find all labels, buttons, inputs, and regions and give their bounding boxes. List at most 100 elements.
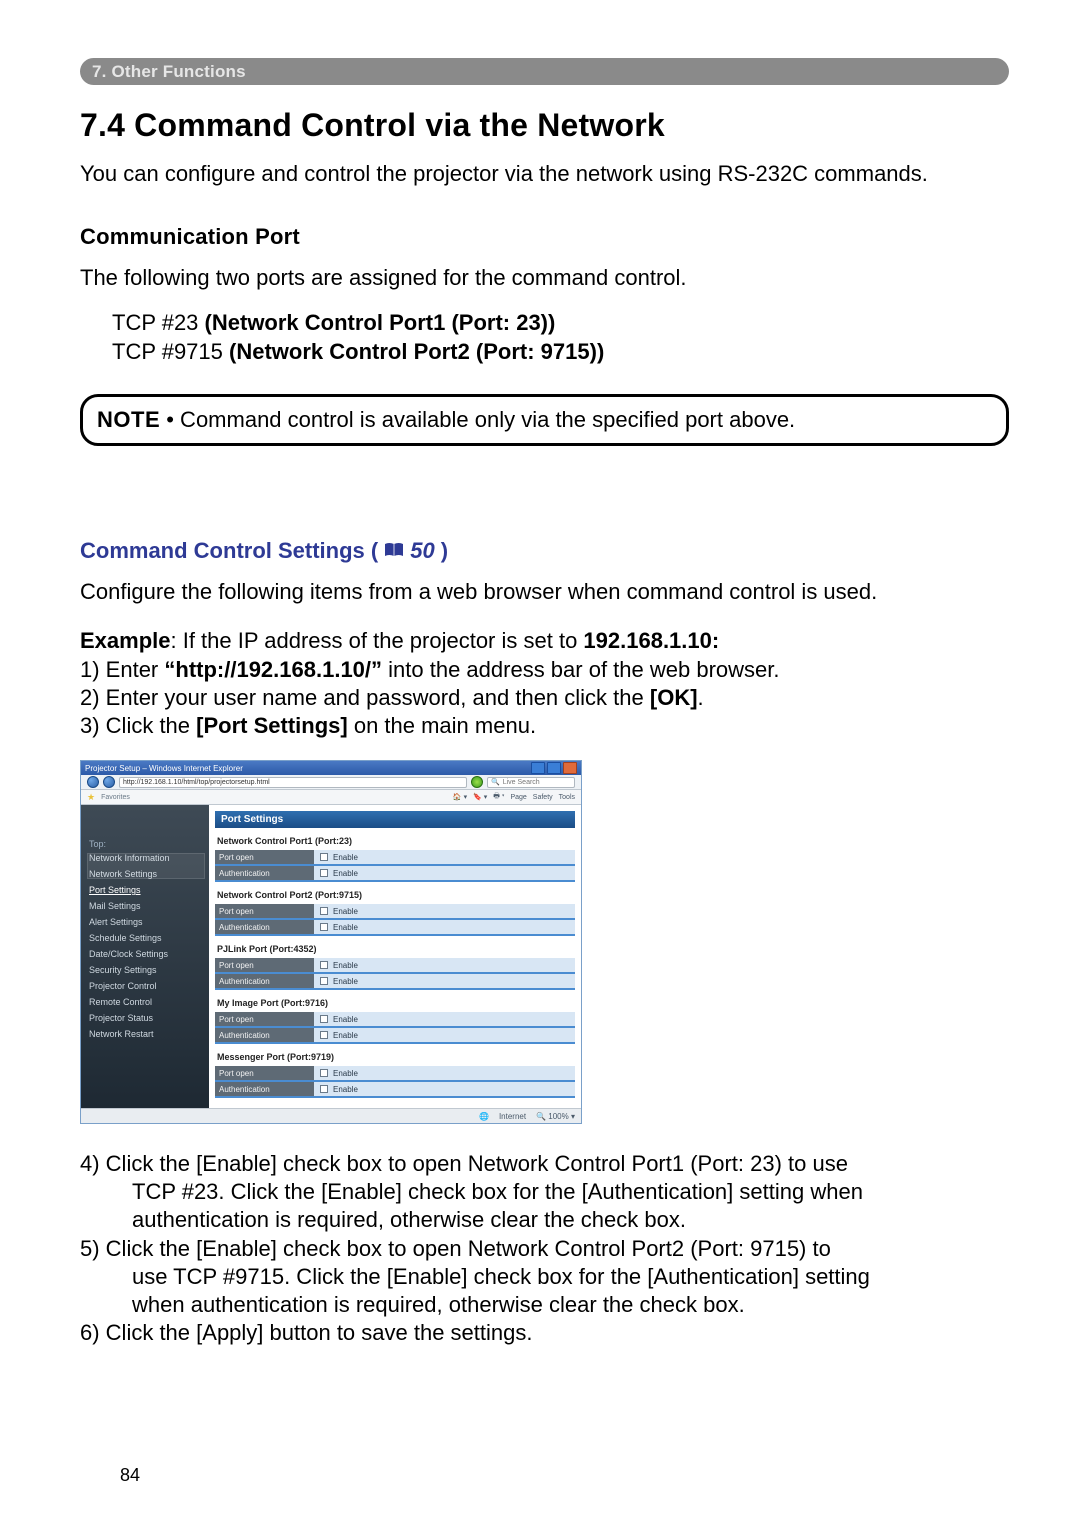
row-authentication: Authentication Enable [215,974,575,990]
checkbox[interactable] [320,961,328,969]
favorites-toolbar: ★ Favorites 🏠 ▾ 🔖 ▾ 🖶 ▾ Page Safety Tool… [81,790,581,805]
checkbox[interactable] [320,1069,328,1077]
checkbox[interactable] [320,853,328,861]
panel-header: Port Settings [215,811,575,828]
row-value: Enable [314,1066,575,1080]
sidebar: Top: Network Information Network Setting… [81,805,209,1108]
step5-mid1: check box to open [277,1236,468,1261]
forward-button[interactable] [103,776,115,788]
row-port-open: Port open Enable [215,958,575,974]
go-button[interactable] [471,776,483,788]
section-tab: 7. Other Functions [80,58,1009,85]
note-box: NOTE • Command control is available only… [80,394,1009,446]
tool-feed-icon[interactable]: 🔖 ▾ [473,793,487,801]
port1-bold: (Network Control Port1 (Port: 23)) [205,310,556,335]
tool-tools[interactable]: Tools [559,794,575,801]
row-value-text: Enable [333,907,358,916]
browser-screenshot: Projector Setup – Windows Internet Explo… [80,760,582,1124]
status-bar: 🌐 Internet 🔍 100% ▾ [81,1108,581,1123]
checkbox[interactable] [320,1085,328,1093]
row-value-text: Enable [333,1085,358,1094]
row-authentication: Authentication Enable [215,1082,575,1098]
row-port-open: Port open Enable [215,850,575,866]
back-button[interactable] [87,776,99,788]
favorites-star-icon[interactable]: ★ [87,792,95,803]
content-area: Top: Network Information Network Setting… [81,805,581,1108]
checkbox[interactable] [320,977,328,985]
group-title: Messenger Port (Port:9719) [217,1052,575,1062]
step-2: 2) Enter your user name and password, an… [80,684,1015,712]
step5c1-mid: check box for the [468,1264,648,1289]
step6-post: button to save the settings. [263,1320,532,1345]
step-6: 6) Click the [Apply] button to save the … [80,1319,1015,1347]
row-label: Authentication [215,1082,314,1096]
row-value-text: Enable [333,977,358,986]
close-button[interactable] [563,762,577,774]
sidebar-item-network-restart[interactable]: Network Restart [81,1026,209,1042]
status-zone: Internet [499,1112,526,1121]
port-line-2: TCP #9715 (Network Control Port2 (Port: … [112,338,1015,366]
step-1: 1) Enter “http://192.168.1.10/” into the… [80,656,1015,684]
step1-pre: 1) Enter [80,657,164,682]
window-title: Projector Setup – Windows Internet Explo… [85,764,243,773]
address-toolbar: http://192.168.1.10/html/top/projectorse… [81,775,581,790]
sidebar-item-alert-settings[interactable]: Alert Settings [81,914,209,930]
row-value-text: Enable [333,1031,358,1040]
step3-pre: 3) Click the [80,713,196,738]
row-authentication: Authentication Enable [215,920,575,936]
row-authentication: Authentication Enable [215,866,575,882]
step4c1-b: [Enable] [321,1179,402,1204]
search-box[interactable]: 🔍 Live Search [487,777,575,788]
tool-page[interactable]: Page [510,794,526,801]
step4c1-mid: check box for the [402,1179,582,1204]
step5c1-pre: use TCP #9715. Click the [132,1264,387,1289]
step-4-cont1: TCP #23. Click the [Enable] check box fo… [80,1178,1015,1206]
checkbox[interactable] [320,1015,328,1023]
row-value: Enable [314,850,575,864]
row-value: Enable [314,904,575,918]
row-value: Enable [314,920,575,934]
checkbox[interactable] [320,1031,328,1039]
step3-bold: [Port Settings] [196,713,348,738]
row-value: Enable [314,866,575,880]
step4-pre: 4) Click the [80,1151,196,1176]
sidebar-item-date-clock-settings[interactable]: Date/Clock Settings [81,946,209,962]
tool-print-icon[interactable]: 🖶 ▾ [493,792,504,803]
port2-pre: TCP #9715 [112,339,229,364]
row-authentication: Authentication Enable [215,1028,575,1044]
group-title: Network Control Port2 (Port:9715) [217,890,575,900]
step2-post: . [698,685,704,710]
step2-pre: 2) Enter your user name and password, an… [80,685,650,710]
intro-paragraph: You can configure and control the projec… [80,160,1015,188]
checkbox[interactable] [320,907,328,915]
sidebar-item-schedule-settings[interactable]: Schedule Settings [81,930,209,946]
step4-mid1: check box to open [277,1151,468,1176]
step4c1-post: setting when [733,1179,863,1204]
sidebar-title: Top: [81,835,209,850]
sidebar-item-security-settings[interactable]: Security Settings [81,962,209,978]
step-5-cont2: when authentication is required, otherwi… [80,1291,1015,1319]
sidebar-item-projector-status[interactable]: Projector Status [81,1010,209,1026]
comm-port-heading: Communication Port [80,224,1015,250]
tool-home-icon[interactable]: 🏠 ▾ [453,793,467,801]
sidebar-item-port-settings[interactable]: Port Settings [81,882,209,898]
sidebar-item-projector-control[interactable]: Projector Control [81,978,209,994]
minimize-button[interactable] [531,762,545,774]
row-port-open: Port open Enable [215,904,575,920]
steps-continued: 4) Click the [Enable] check box to open … [80,1150,1015,1347]
row-value-text: Enable [333,853,358,862]
step4-mid2: to use [782,1151,848,1176]
row-value-text: Enable [333,869,358,878]
sidebar-item-remote-control[interactable]: Remote Control [81,994,209,1010]
settings-heading-close: ) [441,538,448,564]
tool-safety[interactable]: Safety [533,794,553,801]
step2-bold: [OK] [650,685,698,710]
address-bar[interactable]: http://192.168.1.10/html/top/projectorse… [119,777,467,788]
sidebar-item-mail-settings[interactable]: Mail Settings [81,898,209,914]
row-value-text: Enable [333,961,358,970]
checkbox[interactable] [320,869,328,877]
checkbox[interactable] [320,923,328,931]
step-5-cont1: use TCP #9715. Click the [Enable] check … [80,1263,1015,1291]
row-label: Port open [215,1066,314,1080]
maximize-button[interactable] [547,762,561,774]
